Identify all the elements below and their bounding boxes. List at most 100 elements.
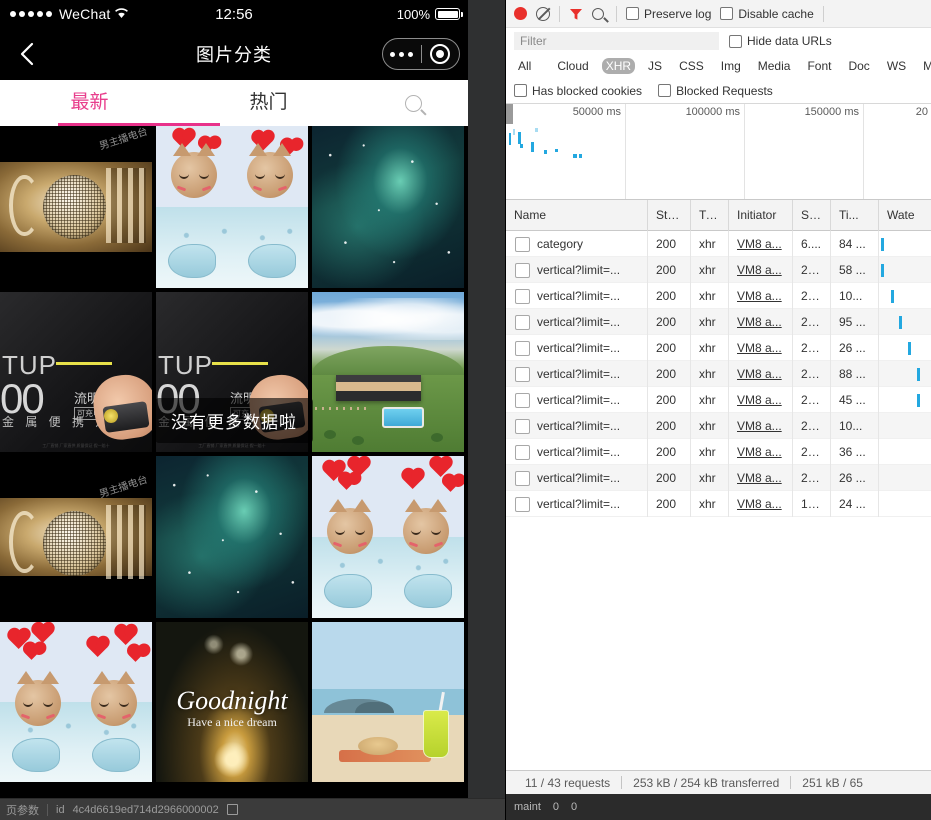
grid-item[interactable] — [312, 622, 464, 782]
type-filter-ws[interactable]: WS — [883, 58, 910, 74]
cell-time: 26 ... — [831, 335, 879, 361]
preserve-log-label: Preserve log — [644, 6, 712, 21]
target-icon[interactable] — [422, 44, 460, 64]
table-row[interactable]: vertical?limit=... 200 xhr VM8 a... 27... 10.… — [506, 283, 931, 309]
grid-item[interactable]: TUP 00 流明 可充电 金 属 便 携 灯 工厂直销 厂家直供 质量保证 假… — [0, 292, 152, 452]
has-blocked-cookies-checkbox[interactable]: Has blocked cookies — [514, 84, 642, 98]
more-dots-icon[interactable] — [383, 51, 421, 57]
cell-size: 27... — [793, 361, 831, 387]
checkbox-box[interactable] — [514, 84, 527, 97]
type-filter-font[interactable]: Font — [803, 58, 835, 74]
signal-dots-icon — [10, 11, 52, 17]
table-row[interactable]: vertical?limit=... 200 xhr VM8 a... 27... 58 … — [506, 257, 931, 283]
network-overview-timeline[interactable]: 50000 ms 100000 ms 150000 ms 20 — [506, 104, 931, 200]
blocked-requests-checkbox[interactable]: Blocked Requests — [658, 84, 773, 98]
initiator-link[interactable]: VM8 a... — [737, 497, 782, 511]
cell-size: 27... — [793, 283, 831, 309]
cell-size: 27... — [793, 387, 831, 413]
initiator-link[interactable]: VM8 a... — [737, 445, 782, 459]
grid-item[interactable] — [156, 456, 308, 618]
grid-item[interactable] — [312, 126, 464, 288]
checkbox-box[interactable] — [729, 34, 742, 48]
table-body: category 200 xhr VM8 a... 6.... 84 ... vertica… — [506, 231, 931, 770]
checkbox-box[interactable] — [720, 7, 734, 20]
clear-icon[interactable] — [536, 6, 550, 21]
initiator-link[interactable]: VM8 a... — [737, 289, 782, 303]
search-icon[interactable] — [592, 7, 604, 20]
table-row[interactable]: vertical?limit=... 200 xhr VM8 a... 27... 10.… — [506, 413, 931, 439]
record-icon[interactable] — [514, 7, 527, 20]
table-row[interactable]: vertical?limit=... 200 xhr VM8 a... 27... 36 … — [506, 439, 931, 465]
grid-item[interactable] — [312, 292, 464, 452]
type-filter-all[interactable]: All — [514, 58, 535, 74]
maint-label[interactable]: maint — [514, 801, 541, 813]
filter-input[interactable] — [514, 32, 719, 50]
grid-item[interactable] — [312, 456, 464, 618]
disable-cache-checkbox[interactable]: Disable cache — [720, 7, 814, 21]
favicon-placeholder-icon — [515, 366, 530, 382]
table-row[interactable]: vertical?limit=... 200 xhr VM8 a... 27... 95 … — [506, 309, 931, 335]
grid-item[interactable] — [0, 622, 152, 782]
type-filter-cloud[interactable]: Cloud — [553, 58, 592, 74]
tab-hot[interactable]: 热门 — [179, 80, 358, 126]
params-divider — [47, 803, 48, 816]
column-header-type[interactable]: Ty... — [691, 200, 729, 231]
type-filter-xhr[interactable]: XHR — [601, 58, 636, 74]
overview-left-handle[interactable] — [506, 104, 513, 124]
table-row[interactable]: vertical?limit=... 200 xhr VM8 a... 27... 45 … — [506, 387, 931, 413]
tab-latest[interactable]: 最新 — [0, 80, 179, 126]
table-row[interactable]: vertical?limit=... 200 xhr VM8 a... 27... 26 … — [506, 335, 931, 361]
type-filter-manifest[interactable]: M... — [919, 58, 931, 74]
type-filter-img[interactable]: Img — [717, 58, 745, 74]
request-name-label: category — [537, 237, 584, 251]
search-icon[interactable] — [358, 94, 468, 112]
table-row[interactable]: vertical?limit=... 200 xhr VM8 a... 17... 24 … — [506, 491, 931, 517]
column-header-size[interactable]: Size — [793, 200, 831, 231]
filter-row: Hide data URLs — [506, 28, 931, 54]
type-filter-doc[interactable]: Doc — [844, 58, 873, 74]
hide-data-urls-checkbox[interactable]: Hide data URLs — [729, 34, 832, 48]
error-count-label[interactable]: 0 — [553, 801, 559, 813]
grid-item[interactable]: 男主播电台 — [0, 456, 152, 618]
grid-item[interactable]: Goodnight Have a nice dream — [156, 622, 308, 782]
funnel-icon[interactable] — [569, 7, 583, 21]
requests-count-label: 11 / 43 requests — [525, 775, 611, 790]
initiator-link[interactable]: VM8 a... — [737, 367, 782, 381]
image-watermark: 男主播电台 — [98, 126, 150, 153]
type-filter-media[interactable]: Media — [754, 58, 795, 74]
waterfall-bar — [917, 368, 920, 381]
column-header-time[interactable]: Ti... — [831, 200, 879, 231]
cell-waterfall — [879, 231, 931, 257]
wechat-capsule-button[interactable] — [382, 38, 460, 70]
grid-item[interactable]: 男主播电台 — [0, 126, 152, 288]
warning-count-label[interactable]: 0 — [571, 801, 577, 813]
cell-status: 200 — [648, 413, 691, 439]
initiator-link[interactable]: VM8 a... — [737, 393, 782, 407]
cell-initiator: VM8 a... — [729, 387, 793, 413]
initiator-link[interactable]: VM8 a... — [737, 263, 782, 277]
table-row[interactable]: category 200 xhr VM8 a... 6.... 84 ... — [506, 231, 931, 257]
grid-item[interactable] — [156, 126, 308, 288]
initiator-link[interactable]: VM8 a... — [737, 471, 782, 485]
initiator-link[interactable]: VM8 a... — [737, 315, 782, 329]
initiator-link[interactable]: VM8 a... — [737, 237, 782, 251]
table-row[interactable]: vertical?limit=... 200 xhr VM8 a... 27... 88 … — [506, 361, 931, 387]
type-filter-css[interactable]: CSS — [675, 58, 708, 74]
cell-time: 84 ... — [831, 231, 879, 257]
type-filter-js[interactable]: JS — [644, 58, 666, 74]
checkbox-box[interactable] — [658, 84, 672, 97]
initiator-link[interactable]: VM8 a... — [737, 341, 782, 355]
has-blocked-cookies-label: Has blocked cookies — [532, 83, 643, 98]
preserve-log-checkbox[interactable]: Preserve log — [626, 7, 711, 21]
column-header-initiator[interactable]: Initiator — [729, 200, 793, 231]
column-header-name[interactable]: Name — [506, 200, 648, 231]
params-value-label: 4c4d6619ed714d2966000002 — [72, 803, 219, 816]
table-row[interactable]: vertical?limit=... 200 xhr VM8 a... 27... 26 … — [506, 465, 931, 491]
cell-name: vertical?limit=... — [506, 283, 648, 309]
column-header-waterfall[interactable]: Wate — [879, 200, 931, 231]
toolbar-divider — [559, 5, 560, 22]
column-header-status[interactable]: Sta... — [648, 200, 691, 231]
initiator-link[interactable]: VM8 a... — [737, 419, 782, 433]
checkbox-box[interactable] — [626, 7, 639, 20]
copy-icon[interactable] — [226, 804, 238, 815]
